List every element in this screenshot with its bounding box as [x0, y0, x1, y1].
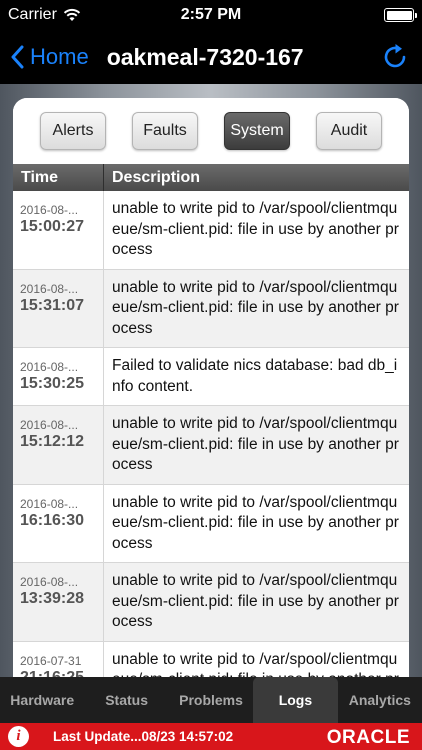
- row-description: unable to write pid to /var/spool/client…: [112, 278, 399, 337]
- row-description: unable to write pid to /var/spool/client…: [112, 200, 399, 258]
- table-row[interactable]: 2016-08-... 15:31:07 unable to write pid t…: [13, 269, 409, 348]
- time-cell: 2016-08-... 15:00:27: [13, 191, 104, 269]
- log-panel: Alerts Faults System Audit Time Description…: [13, 98, 409, 677]
- time-cell: 2016-08-... 13:39:28: [13, 563, 104, 641]
- table-row[interactable]: 2016-08-... 15:12:12 unable to write pid t…: [13, 406, 409, 485]
- segment-system-button[interactable]: System: [224, 112, 290, 150]
- time-cell: 2016-08-... 16:16:30: [13, 484, 104, 562]
- segment-alerts-button[interactable]: Alerts: [40, 112, 106, 150]
- time-cell: 2016-08-... 15:12:12: [13, 406, 104, 484]
- back-button[interactable]: Home: [0, 44, 89, 70]
- row-date: 2016-08-...: [20, 496, 79, 511]
- page-title: oakmeal-7320-167: [106, 43, 304, 70]
- row-date: 2016-08-...: [20, 418, 79, 432]
- row-date: 2016-07-31: [20, 653, 82, 668]
- tab-bar: Hardware Status Problems Logs Analytics: [0, 677, 422, 723]
- row-description: unable to write pid to /var/spool/client…: [112, 415, 399, 473]
- table-row[interactable]: 2016-08-... 15:00:27 unable to write pid t…: [13, 191, 409, 270]
- row-date: 2016-08-...: [20, 575, 79, 589]
- status-bar: Carrier 2:57 PM: [0, 0, 422, 30]
- chevron-left-icon: [11, 45, 24, 69]
- battery-icon: [384, 8, 417, 22]
- row-time: 15:30:25: [20, 375, 85, 392]
- table-header: Time Description: [13, 164, 409, 191]
- oracle-logo: ORACLE: [326, 727, 410, 748]
- time-cell: 2016-08-... 15:30:25: [13, 348, 104, 405]
- status-left: Carrier: [8, 6, 81, 24]
- row-time: 15:00:27: [20, 218, 85, 235]
- row-time: 13:39:28: [20, 590, 85, 607]
- tab-logs[interactable]: Logs: [253, 677, 338, 723]
- carrier-label: Carrier: [8, 6, 57, 23]
- log-table[interactable]: 2016-08-... 15:00:27 unable to write pid t…: [13, 191, 409, 677]
- back-label: Home: [30, 44, 89, 69]
- table-row[interactable]: 2016-08-... 13:39:28 unable to write pid t…: [13, 563, 409, 642]
- table-row[interactable]: 2016-08-... 15:30:25 Failed to validate ni…: [13, 348, 409, 406]
- tab-status[interactable]: Status: [84, 677, 168, 723]
- last-update-text: Last Update...08/23 14:57:02: [53, 729, 234, 744]
- row-description: unable to write pid to /var/spool/client…: [112, 493, 399, 552]
- segment-control: Alerts Faults System Audit: [13, 98, 409, 164]
- row-time: 21:16:25: [20, 668, 85, 678]
- segment-faults-button[interactable]: Faults: [132, 112, 198, 150]
- time-cell: 2016-08-... 15:31:07: [13, 269, 104, 347]
- time-cell: 2016-07-31 21:16:25: [13, 641, 104, 678]
- tab-analytics[interactable]: Analytics: [338, 677, 422, 723]
- info-icon[interactable]: i: [8, 726, 29, 747]
- refresh-icon: [384, 44, 406, 68]
- refresh-button[interactable]: [380, 42, 410, 77]
- description-column-header: Description: [112, 168, 201, 186]
- row-date: 2016-08-...: [20, 360, 79, 374]
- row-date: 2016-08-...: [20, 203, 79, 217]
- row-date: 2016-08-...: [20, 281, 79, 296]
- table-row[interactable]: 2016-08-... 16:16:30 unable to write pid t…: [13, 484, 409, 563]
- row-description: Failed to validate nics database: bad db…: [112, 357, 398, 395]
- row-description: unable to write pid to /var/spool/client…: [112, 650, 399, 678]
- nav-bar: Home oakmeal-7320-167: [0, 30, 422, 84]
- table-row[interactable]: 2016-07-31 21:16:25 unable to write pid to…: [13, 641, 409, 678]
- row-time: 16:16:30: [20, 511, 85, 529]
- tab-hardware[interactable]: Hardware: [0, 677, 84, 723]
- row-time: 15:12:12: [20, 433, 85, 450]
- time-column-header: Time: [13, 164, 104, 191]
- footer-bar: i Last Update...08/23 14:57:02 ORACLE: [0, 723, 422, 750]
- segment-audit-button[interactable]: Audit: [316, 112, 382, 150]
- wifi-icon: [63, 8, 80, 21]
- tab-problems[interactable]: Problems: [169, 677, 253, 723]
- row-time: 15:31:07: [20, 296, 85, 314]
- row-description: unable to write pid to /var/spool/client…: [112, 572, 399, 630]
